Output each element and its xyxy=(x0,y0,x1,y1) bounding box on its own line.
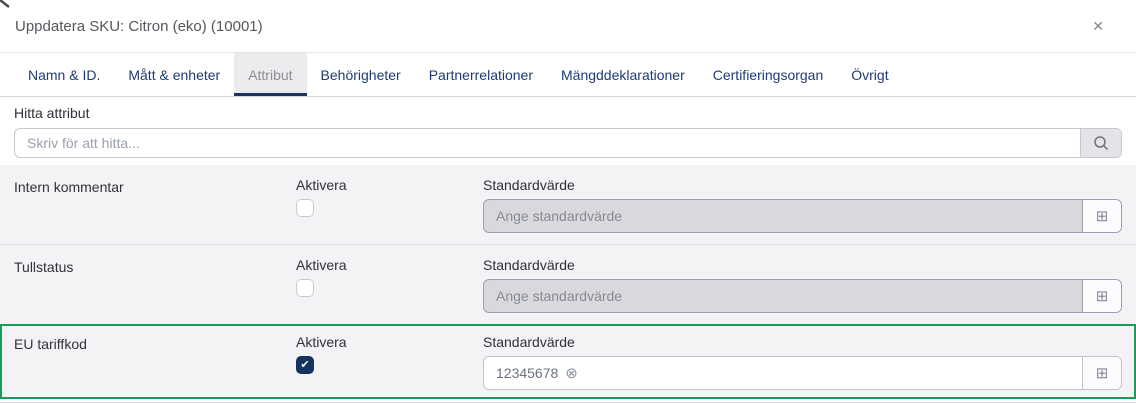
add-value-button[interactable]: ⊞ xyxy=(1082,357,1121,389)
plus-square-icon: ⊞ xyxy=(1096,207,1109,225)
attribute-row-tullstatus: Tullstatus Aktivera Standardvärde ⊞ xyxy=(0,244,1136,324)
attribute-row-intern-kommentar: Intern kommentar Aktivera Standardvärde … xyxy=(0,165,1136,244)
activate-checkbox[interactable] xyxy=(296,279,314,297)
attribute-rows: Intern kommentar Aktivera Standardvärde … xyxy=(0,165,1136,399)
activate-label: Aktivera xyxy=(296,334,483,350)
default-value-input[interactable]: 12345678 ⊗ xyxy=(484,357,1082,389)
default-value-text: 12345678 xyxy=(496,365,558,381)
tab-behorigheter[interactable]: Behörigheter xyxy=(307,53,415,96)
close-icon[interactable]: ✕ xyxy=(1088,15,1108,37)
tab-partnerrelationer[interactable]: Partnerrelationer xyxy=(415,53,547,96)
activate-label: Aktivera xyxy=(296,257,483,273)
tab-certifieringsorgan[interactable]: Certifieringsorgan xyxy=(699,53,838,96)
default-value-label: Standardvärde xyxy=(483,334,1122,350)
clear-value-icon[interactable]: ⊗ xyxy=(565,366,578,381)
modal-header: Uppdatera SKU: Citron (eko) (10001) ✕ xyxy=(0,0,1136,53)
attribute-row-eu-tariffkod: EU tariffkod Aktivera ✔ Standardvärde 12… xyxy=(0,324,1136,399)
activate-checkbox[interactable] xyxy=(296,199,314,217)
tab-attribut[interactable]: Attribut xyxy=(234,53,306,96)
default-value-label: Standardvärde xyxy=(483,257,1122,273)
attribute-name: Tullstatus xyxy=(14,257,296,324)
default-value-input xyxy=(484,200,1082,232)
checkmark-icon: ✔ xyxy=(300,360,309,371)
modal-title: Uppdatera SKU: Citron (eko) (10001) xyxy=(15,18,1088,35)
activate-label: Aktivera xyxy=(296,177,483,193)
attribute-name: EU tariffkod xyxy=(14,334,296,397)
plus-square-icon: ⊞ xyxy=(1096,364,1109,382)
tab-bar: Namn & ID. Mått & enheter Attribut Behör… xyxy=(0,53,1136,97)
tab-ovrigt[interactable]: Övrigt xyxy=(837,53,902,96)
default-value-group: ⊞ xyxy=(483,279,1122,313)
attribute-name: Intern kommentar xyxy=(14,177,296,244)
search-input-group xyxy=(14,128,1122,158)
attribute-search-section: Hitta attribut xyxy=(0,97,1136,165)
search-input[interactable] xyxy=(15,129,1080,157)
tab-matt-enheter[interactable]: Mått & enheter xyxy=(114,53,234,96)
search-icon xyxy=(1092,134,1110,152)
default-value-group: ⊞ xyxy=(483,199,1122,233)
tab-namn-id[interactable]: Namn & ID. xyxy=(14,53,114,96)
add-value-button[interactable]: ⊞ xyxy=(1082,280,1121,312)
tab-mangddeklarationer[interactable]: Mängddeklarationer xyxy=(547,53,699,96)
activate-checkbox[interactable]: ✔ xyxy=(296,356,314,374)
default-value-label: Standardvärde xyxy=(483,177,1122,193)
default-value-group: 12345678 ⊗ ⊞ xyxy=(483,356,1122,390)
add-value-button[interactable]: ⊞ xyxy=(1082,200,1121,232)
search-button[interactable] xyxy=(1080,129,1121,157)
default-value-input xyxy=(484,280,1082,312)
search-label: Hitta attribut xyxy=(14,105,1122,121)
plus-square-icon: ⊞ xyxy=(1096,287,1109,305)
